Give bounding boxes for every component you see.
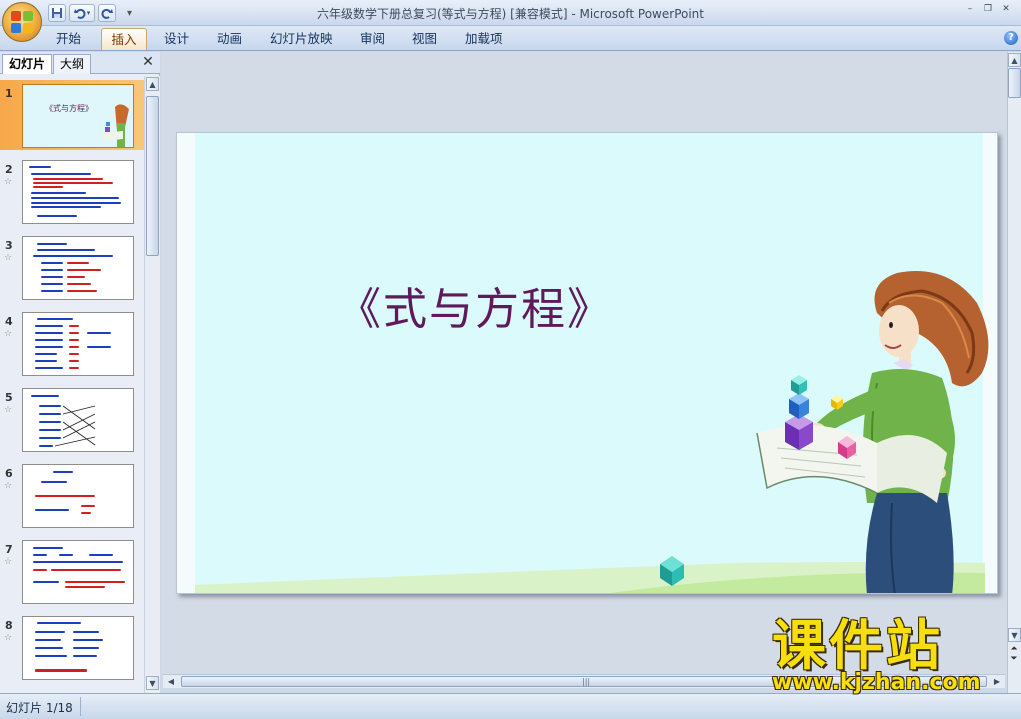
slide-preview [22,388,134,452]
tab-outline[interactable]: 大纲 [53,54,92,74]
window-controls: – ❐ ✕ [963,3,1013,15]
slide-number: 3 [5,239,13,252]
scroll-thumb[interactable] [1008,68,1021,98]
scroll-up-icon[interactable]: ▲ [146,77,159,91]
watermark: 课件站 www.kjzhan.com [770,618,1010,698]
slide-number: 2 [5,163,13,176]
vertical-scrollbar[interactable]: ▲ ▼ [1007,52,1021,693]
animation-star-icon: ☆ [4,329,13,339]
slide-thumbnail[interactable]: 6 ☆ [0,460,144,530]
animation-star-icon: ☆ [4,557,13,567]
tab-slides[interactable]: 幻灯片 [2,54,53,74]
status-divider [80,697,81,716]
office-button[interactable] [2,2,42,42]
animation-star-icon: ☆ [4,253,13,263]
grip-icon: ||| [582,677,591,686]
animation-star-icon: ☆ [4,177,13,187]
slide-preview [22,464,134,528]
slide-thumbnail[interactable]: 1 《式与方程》 [0,80,144,150]
slide-edit-area: 《式与方程》 [161,52,1007,674]
scroll-up-icon[interactable]: ▲ [1008,53,1021,67]
pane-tabs: 幻灯片 大纲 ✕ [0,52,160,74]
slide-number: 4 [5,315,13,328]
slide-thumbnail[interactable]: 8 ☆ [0,612,144,682]
tab-review[interactable]: 审阅 [356,28,389,50]
scroll-down-icon[interactable]: ▼ [146,676,159,690]
slide-thumbnail[interactable]: 4 ☆ [0,308,144,378]
watermark-url: www.kjzhan.com [772,670,981,695]
slide-number: 7 [5,543,13,556]
watermark-text: 课件站 [772,614,943,677]
slides-pane: 幻灯片 大纲 ✕ 1 《式与方程》 2 ☆ 3 ☆ 4 ☆ 5 ☆ 6 ☆ 7 … [0,52,160,693]
window-title: 六年级数学下册总复习(等式与方程) [兼容模式] - Microsoft Pow… [316,7,704,21]
slide-thumbnail[interactable]: 5 ☆ [0,384,144,454]
slide-number: 6 [5,467,13,480]
scroll-left-icon[interactable]: ◀ [165,676,177,687]
ribbon-tabs: 开始 插入 设计 动画 幻灯片放映 审阅 视图 加载项 ? [0,26,1021,51]
slide-preview [22,312,134,376]
minimize-button[interactable]: – [963,3,977,15]
slide-number: 1 [5,87,13,100]
thumbnail-list: 1 《式与方程》 2 ☆ 3 ☆ 4 ☆ 5 ☆ 6 ☆ 7 ☆ 8 ☆ [0,76,144,693]
slide-number: 8 [5,619,13,632]
slide-thumbnail[interactable]: 7 ☆ [0,536,144,606]
slide-preview [22,160,134,224]
slide-indicator: 幻灯片 1/18 [6,701,73,715]
tab-addins[interactable]: 加载项 [461,28,507,50]
slide-preview [22,236,134,300]
slide-preview [22,540,134,604]
slide-preview: 《式与方程》 [22,84,134,148]
tab-animations[interactable]: 动画 [213,28,246,50]
tab-insert[interactable]: 插入 [101,28,147,50]
restore-button[interactable]: ❐ [981,3,995,15]
current-slide[interactable]: 《式与方程》 [176,132,998,594]
office-logo-icon [11,11,33,33]
slide-number: 5 [5,391,13,404]
tab-view[interactable]: 视图 [408,28,441,50]
slide-preview [22,616,134,680]
thumbnail-scrollbar[interactable]: ▲ ▼ [144,76,160,693]
animation-star-icon: ☆ [4,405,13,415]
animation-star-icon: ☆ [4,633,13,643]
slide-thumbnail[interactable]: 3 ☆ [0,232,144,302]
tab-slideshow[interactable]: 幻灯片放映 [266,28,337,50]
title-bar: ▾ ▾ 六年级数学下册总复习(等式与方程) [兼容模式] - Microsoft… [0,0,1021,42]
help-icon[interactable]: ? [1004,31,1018,45]
slide-thumbnail[interactable]: 2 ☆ [0,156,144,226]
tab-home[interactable]: 开始 [52,28,85,50]
animation-star-icon: ☆ [4,481,13,491]
scroll-thumb[interactable] [146,96,159,256]
tab-design[interactable]: 设计 [160,28,193,50]
close-pane-icon[interactable]: ✕ [141,55,155,69]
close-button[interactable]: ✕ [999,3,1013,15]
teacher-illustration [195,271,989,593]
